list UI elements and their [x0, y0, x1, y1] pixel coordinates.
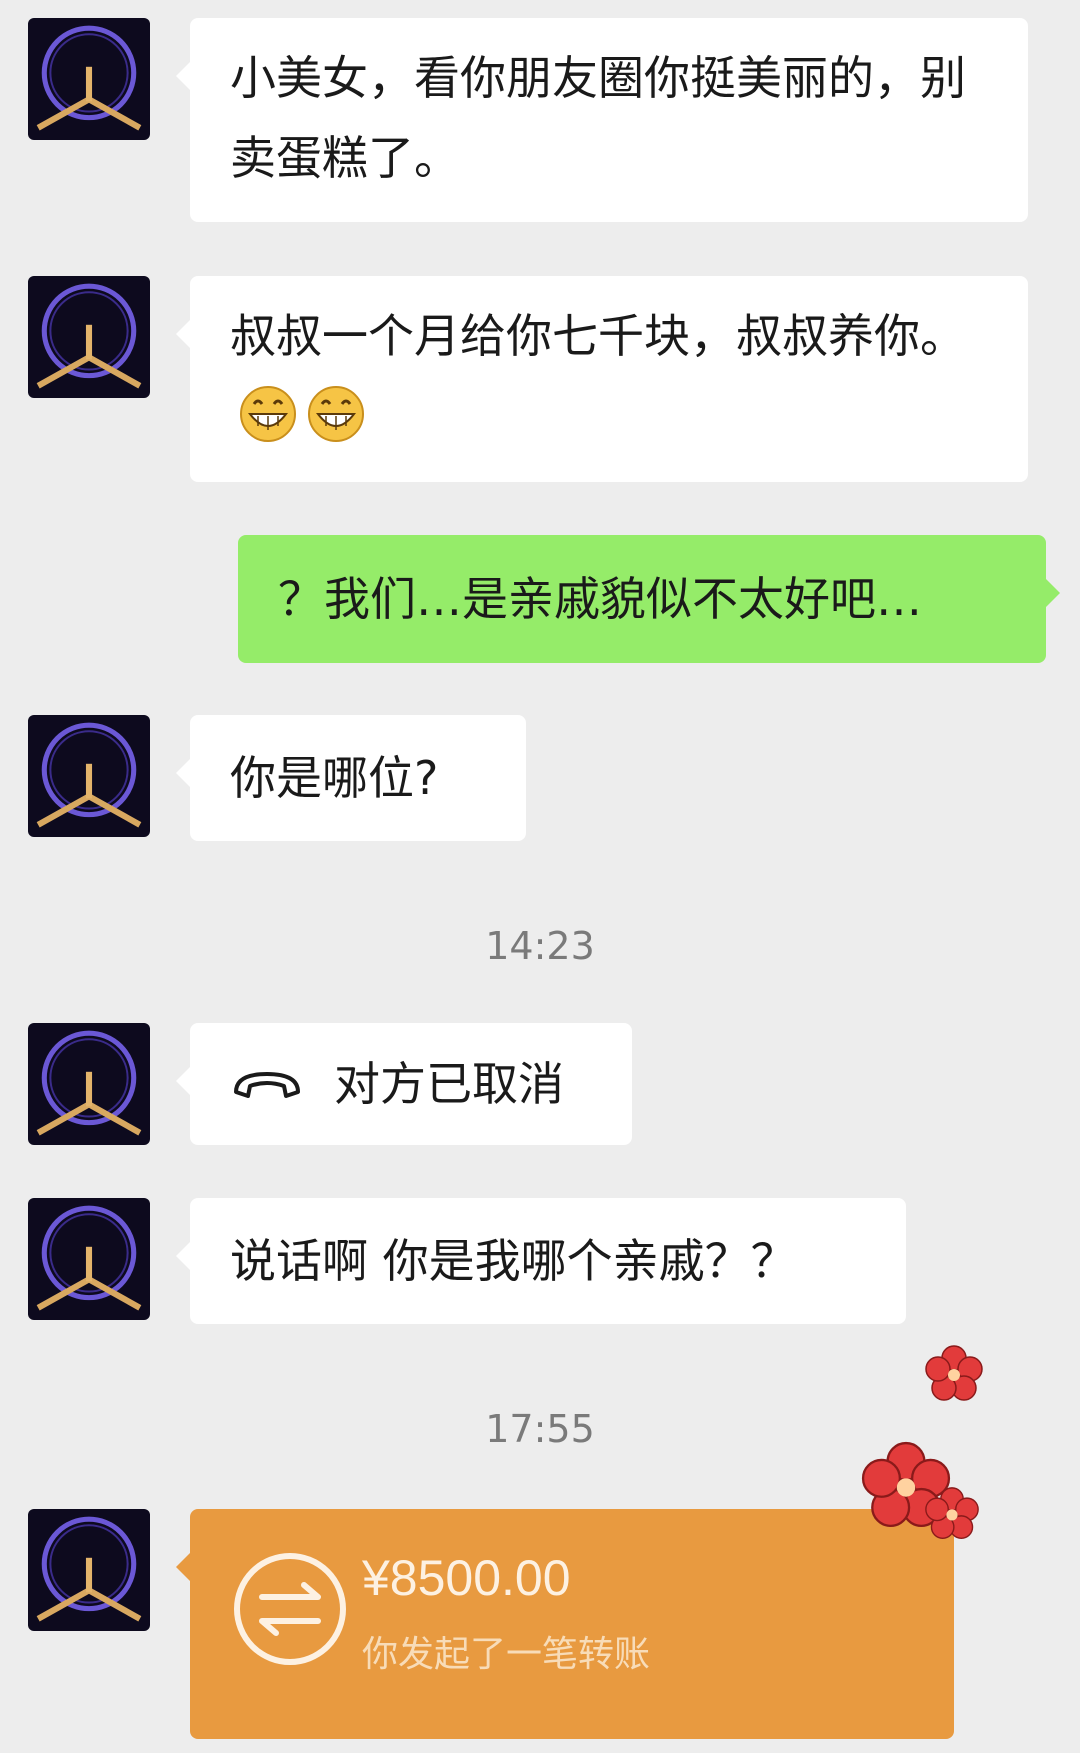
grin-emoji-icon [238, 384, 298, 444]
contact-avatar[interactable] [28, 1509, 150, 1631]
avatar-ring-sculpture-icon [28, 1509, 150, 1631]
plum-blossom-icon [924, 1344, 984, 1404]
avatar-ring-sculpture-icon [28, 715, 150, 837]
contact-avatar[interactable] [28, 1023, 150, 1145]
message-text: 叔叔一个月给你七千块，叔叔养你。 [230, 309, 966, 363]
avatar-ring-sculpture-icon [28, 18, 150, 140]
message-bubble[interactable]: 说话啊 你是我哪个亲戚？？ [176, 1198, 906, 1324]
avatar-ring-sculpture-icon [28, 276, 150, 398]
message-bubble[interactable]: 叔叔一个月给你七千块，叔叔养你。 [176, 276, 1028, 482]
contact-avatar[interactable] [28, 276, 150, 398]
message-text: 说话啊 你是我哪个亲戚？？ [230, 1234, 797, 1288]
call-status-text: 对方已取消 [334, 1057, 564, 1111]
transfer-amount: ¥8500.00 [362, 1550, 571, 1606]
message-text: 小美女，看你朋友圈你挺美丽的，别卖蛋糕了。 [230, 51, 966, 185]
transfer-arrows-icon [232, 1551, 348, 1667]
message-text: ？我们…是亲戚貌似不太好吧… [278, 572, 922, 626]
transfer-description: 你发起了一笔转账 [362, 1634, 651, 1675]
avatar-ring-sculpture-icon [28, 1023, 150, 1145]
transfer-card[interactable]: ¥8500.00 你发起了一笔转账 [176, 1509, 954, 1739]
call-record-bubble[interactable]: 对方已取消 [176, 1023, 632, 1145]
message-bubble-outgoing[interactable]: ？我们…是亲戚貌似不太好吧… [238, 535, 1060, 663]
contact-avatar[interactable] [28, 1198, 150, 1320]
message-bubble[interactable]: 你是哪位? [176, 715, 526, 841]
plum-blossom-icon [924, 1486, 980, 1542]
message-text: 你是哪位? [230, 751, 439, 805]
message-bubble[interactable]: 小美女，看你朋友圈你挺美丽的，别卖蛋糕了。 [176, 18, 1028, 222]
avatar-ring-sculpture-icon [28, 1198, 150, 1320]
contact-avatar[interactable] [28, 18, 150, 140]
timestamp: 14:23 [485, 924, 595, 968]
grin-emoji-icon [306, 384, 366, 444]
contact-avatar[interactable] [28, 715, 150, 837]
phone-hangup-icon [230, 1064, 304, 1104]
